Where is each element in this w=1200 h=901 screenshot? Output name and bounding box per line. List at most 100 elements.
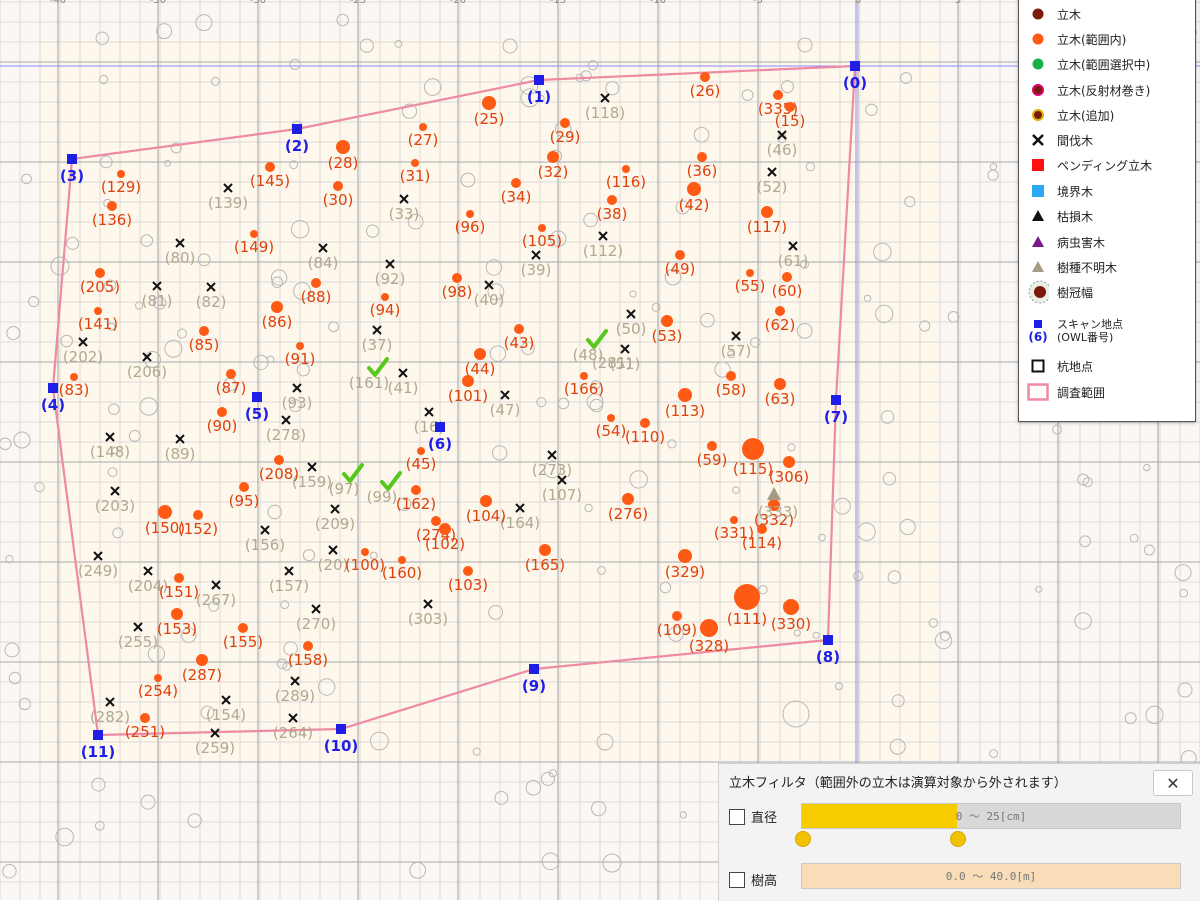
tree-dot bbox=[514, 324, 524, 334]
diameter-range-bar[interactable]: 0 ～ 25[cm] bbox=[801, 803, 1181, 829]
legend-row: 立木(範囲選択中) bbox=[1027, 53, 1150, 75]
tree-label: (32) bbox=[538, 163, 569, 181]
tree-label: (287) bbox=[182, 666, 222, 684]
tree-label: (43) bbox=[504, 334, 535, 352]
diameter-checkbox[interactable] bbox=[729, 808, 745, 825]
legend-row: 境界木 bbox=[1027, 180, 1093, 202]
legend-label: 間伐木 bbox=[1057, 133, 1094, 148]
stake-point-icon bbox=[1027, 355, 1049, 377]
tree-label: (165) bbox=[525, 556, 565, 574]
tree-label: (333) bbox=[758, 503, 798, 521]
tree-label: (60) bbox=[772, 282, 803, 300]
tree-dot bbox=[678, 388, 692, 402]
scan-point-marker bbox=[831, 395, 841, 405]
scan-point-marker bbox=[850, 61, 860, 71]
tree-label: (26) bbox=[690, 82, 721, 100]
tree-label: (158) bbox=[288, 651, 328, 669]
tree-dot bbox=[174, 573, 184, 583]
close-button[interactable]: ✕ bbox=[1153, 770, 1193, 796]
tree-label: (86) bbox=[262, 313, 293, 331]
tree-label: (166) bbox=[564, 380, 604, 398]
tree-label: (254) bbox=[138, 682, 178, 700]
tree-label: (153) bbox=[157, 620, 197, 638]
tree-dot bbox=[622, 493, 634, 505]
tree-label: (87) bbox=[216, 379, 247, 397]
tree-dot bbox=[452, 273, 462, 283]
thinned-tree-label: (267) bbox=[196, 591, 236, 609]
tree-dot bbox=[311, 278, 321, 288]
thinned-tree-label: (33) bbox=[389, 205, 420, 223]
ring-dot-icon bbox=[1027, 104, 1049, 126]
axis-tick-label: 5 bbox=[955, 0, 961, 6]
scan-point-label: (0) bbox=[843, 74, 867, 92]
scan-point-label: (2) bbox=[285, 137, 309, 155]
scan-point-label: (11) bbox=[81, 743, 116, 761]
tree-label: (101) bbox=[448, 387, 488, 405]
tree-dot bbox=[140, 713, 150, 723]
tree-label: (329) bbox=[665, 563, 705, 581]
tree-label: (96) bbox=[455, 218, 486, 236]
thinned-tree-label: (82) bbox=[196, 293, 227, 311]
legend-row: 立木(反射材巻き) bbox=[1027, 79, 1150, 101]
tree-label: (113) bbox=[665, 402, 705, 420]
tree-dot bbox=[411, 159, 419, 167]
diameter-filter-row: 直径 bbox=[729, 807, 803, 826]
scan-number-sample: (6) bbox=[1028, 330, 1048, 344]
tree-dot bbox=[474, 348, 486, 360]
tree-dot bbox=[466, 210, 474, 218]
scan-point-marker bbox=[292, 124, 302, 134]
tree-dot bbox=[672, 611, 682, 621]
axis-tick-label: -25 bbox=[350, 0, 366, 6]
tree-dot bbox=[107, 201, 117, 211]
tree-dot bbox=[640, 418, 650, 428]
tree-label: (62) bbox=[765, 316, 796, 334]
tree-dot bbox=[761, 206, 773, 218]
thinned-tree-label: (259) bbox=[195, 739, 235, 757]
legend-row: 病虫害木 bbox=[1027, 231, 1105, 253]
tree-label: (161) bbox=[349, 374, 389, 392]
tree-label: (117) bbox=[747, 218, 787, 236]
tree-dot bbox=[538, 224, 546, 232]
triangle-icon bbox=[1027, 231, 1049, 253]
tree-label: (98) bbox=[442, 283, 473, 301]
scan-point-label: (1) bbox=[527, 88, 551, 106]
diameter-label: 直径 bbox=[751, 811, 778, 826]
scan-point-label: (3) bbox=[60, 167, 84, 185]
tree-label: (306) bbox=[769, 468, 809, 486]
tree-dot bbox=[95, 268, 105, 278]
tree-label: (53) bbox=[652, 327, 683, 345]
tree-dot bbox=[678, 549, 692, 563]
height-range-bar[interactable]: 0.0 ～ 40.0[m] bbox=[801, 863, 1181, 889]
tree-dot bbox=[511, 178, 521, 188]
thinned-tree-label: (206) bbox=[127, 363, 167, 381]
legend-row: 調査範囲 bbox=[1027, 381, 1105, 403]
height-checkbox[interactable] bbox=[729, 871, 745, 888]
tree-label: (85) bbox=[189, 336, 220, 354]
diameter-min-handle[interactable] bbox=[795, 831, 811, 847]
axis-tick-label: -15 bbox=[550, 0, 566, 6]
tree-label: (42) bbox=[679, 196, 710, 214]
tree-label: (103) bbox=[448, 576, 488, 594]
tree-label: (34) bbox=[501, 188, 532, 206]
tree-label: (105) bbox=[522, 232, 562, 250]
tree-label: (36) bbox=[687, 162, 718, 180]
scan-point-marker bbox=[823, 635, 833, 645]
tree-label: (330) bbox=[771, 615, 811, 633]
tree-label: (141) bbox=[78, 315, 118, 333]
legend-row: 杭地点 bbox=[1027, 355, 1093, 377]
tree-dot bbox=[775, 306, 785, 316]
tree-dot bbox=[622, 165, 630, 173]
legend-row: 立木 bbox=[1027, 3, 1081, 25]
tree-label: (97) bbox=[329, 480, 360, 498]
legend-label: 樹冠幅 bbox=[1057, 285, 1094, 300]
scan-point-marker bbox=[252, 392, 262, 402]
thinned-tree-label: (37) bbox=[362, 336, 393, 354]
tree-dot bbox=[196, 654, 208, 666]
thinned-tree-label: (255) bbox=[118, 633, 158, 651]
tree-label: (149) bbox=[234, 238, 274, 256]
thinned-tree-label: (50) bbox=[616, 320, 647, 338]
tree-dot bbox=[94, 307, 102, 315]
diameter-max-handle[interactable] bbox=[950, 831, 966, 847]
legend-row: 立木(追加) bbox=[1027, 104, 1114, 126]
height-label: 樹高 bbox=[751, 874, 778, 889]
